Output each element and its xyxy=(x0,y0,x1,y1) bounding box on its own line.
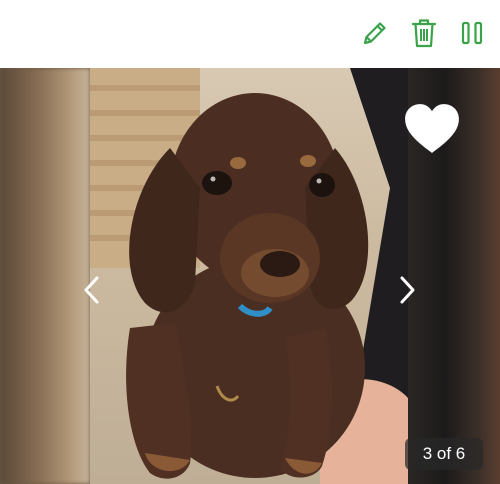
previous-photo-button[interactable] xyxy=(80,274,104,306)
previous-photo-preview xyxy=(0,68,90,484)
main-photo[interactable] xyxy=(90,68,408,484)
puppy-photo xyxy=(90,68,408,484)
chevron-right-icon xyxy=(400,276,415,304)
pause-button[interactable] xyxy=(456,16,488,50)
delete-button[interactable] xyxy=(408,16,440,50)
top-toolbar xyxy=(0,0,500,68)
edit-button[interactable] xyxy=(359,16,391,50)
pause-icon xyxy=(461,21,483,45)
heart-icon xyxy=(404,103,460,154)
favorite-button[interactable] xyxy=(403,102,461,156)
photo-gallery: 3 of 6 xyxy=(0,68,500,484)
photo-counter-badge: 3 of 6 xyxy=(405,438,483,470)
pencil-icon xyxy=(363,22,386,45)
trash-icon xyxy=(411,19,437,48)
chevron-left-icon xyxy=(84,276,99,304)
next-photo-button[interactable] xyxy=(395,274,419,306)
